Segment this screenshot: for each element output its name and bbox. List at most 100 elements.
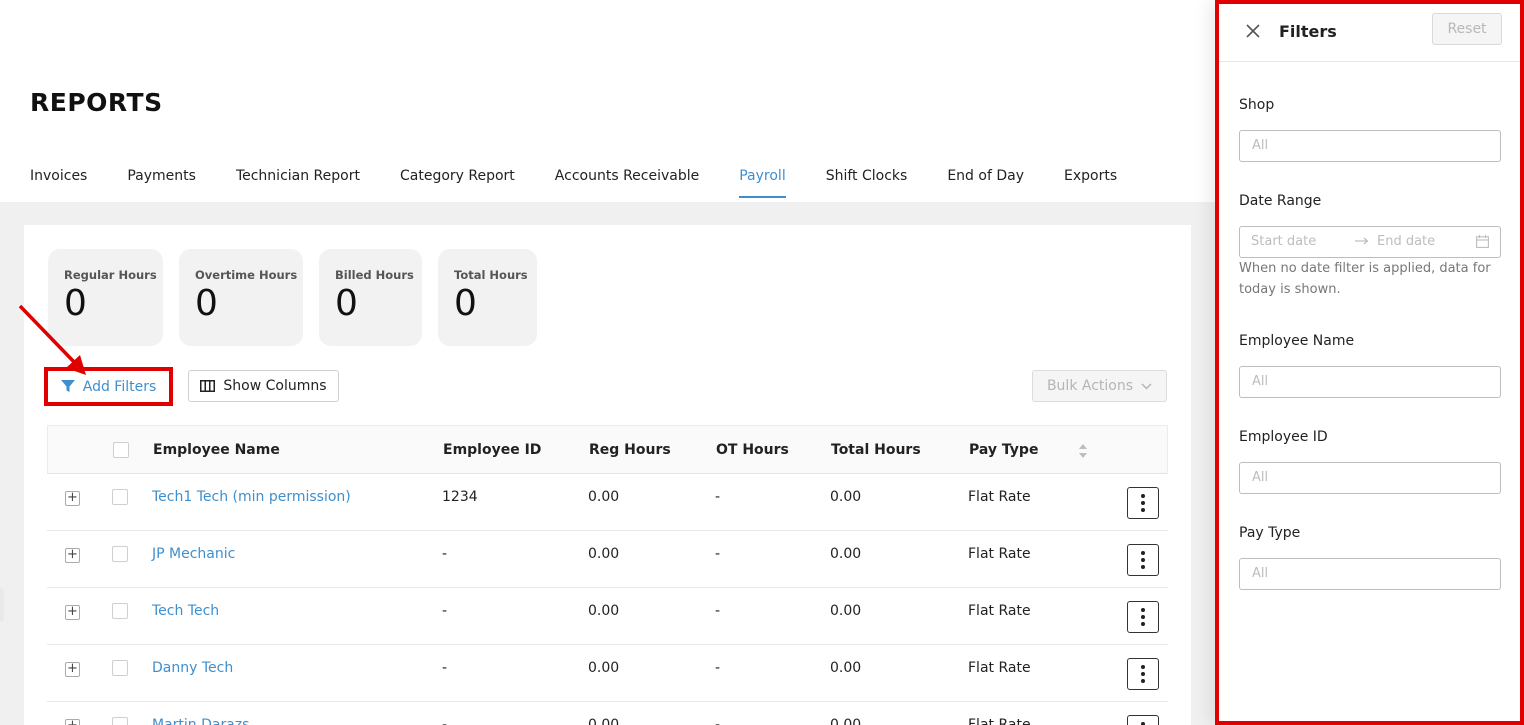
chevron-down-icon (1141, 382, 1152, 390)
tab-invoices[interactable]: Invoices (30, 168, 87, 198)
shop-label: Shop (1239, 97, 1275, 113)
table-row: + Danny Tech - 0.00 - 0.00 Flat Rate (47, 645, 1168, 702)
pay-type-cell: Flat Rate (968, 546, 1031, 562)
col-total-hours[interactable]: Total Hours (831, 442, 921, 458)
col-pay-type[interactable]: Pay Type (969, 442, 1038, 458)
row-actions-menu-icon[interactable] (1127, 715, 1159, 725)
payroll-table: Employee Name Employee ID Reg Hours OT H… (47, 425, 1168, 725)
tab-category-report[interactable]: Category Report (400, 168, 515, 198)
show-columns-label: Show Columns (223, 378, 327, 394)
row-checkbox[interactable] (112, 489, 128, 505)
row-actions-menu-icon[interactable] (1127, 658, 1159, 690)
shop-select[interactable]: All (1239, 130, 1501, 162)
total-hours-cell: 0.00 (830, 489, 862, 505)
employee-name-link[interactable]: JP Mechanic (152, 546, 235, 562)
start-date-input[interactable]: Start date (1251, 234, 1316, 249)
tab-technician-report[interactable]: Technician Report (236, 168, 360, 198)
table-row: + JP Mechanic - 0.00 - 0.00 Flat Rate (47, 531, 1168, 588)
pay-type-cell: Flat Rate (968, 660, 1031, 676)
stat-label: Overtime Hours (195, 268, 298, 282)
close-icon[interactable] (1245, 23, 1261, 39)
row-actions-menu-icon[interactable] (1127, 544, 1159, 576)
row-checkbox[interactable] (112, 546, 128, 562)
employee-name-link[interactable]: Tech Tech (152, 603, 219, 619)
stat-value: 0 (454, 283, 477, 324)
bulk-actions-label: Bulk Actions (1046, 378, 1134, 394)
tab-exports[interactable]: Exports (1064, 168, 1117, 198)
pay-type-cell: Flat Rate (968, 603, 1031, 619)
expand-row-icon[interactable]: + (65, 491, 80, 506)
row-checkbox[interactable] (112, 660, 128, 676)
employee-id-cell: - (442, 660, 448, 676)
tab-accounts-receivable[interactable]: Accounts Receivable (555, 168, 699, 198)
employee-id-cell: - (442, 603, 448, 619)
expand-row-icon[interactable]: + (65, 662, 80, 677)
stat-label: Regular Hours (64, 268, 157, 282)
show-columns-button[interactable]: Show Columns (188, 370, 339, 402)
tab-payroll[interactable]: Payroll (739, 168, 786, 198)
employee-id-cell: - (442, 717, 448, 725)
pay-type-select[interactable]: All (1239, 558, 1501, 590)
employee-id-label: Employee ID (1239, 429, 1328, 445)
page-header: REPORTS Invoices Payments Technician Rep… (0, 0, 1215, 202)
pay-type-cell: Flat Rate (968, 489, 1031, 505)
col-employee-name[interactable]: Employee Name (153, 442, 280, 458)
end-date-input[interactable]: End date (1377, 234, 1435, 249)
col-reg-hours[interactable]: Reg Hours (589, 442, 671, 458)
stat-label: Total Hours (454, 268, 528, 282)
stat-label: Billed Hours (335, 268, 414, 282)
bulk-actions-button[interactable]: Bulk Actions (1032, 370, 1167, 402)
employee-id-select[interactable]: All (1239, 462, 1501, 494)
total-hours-cell: 0.00 (830, 717, 862, 725)
table-header: Employee Name Employee ID Reg Hours OT H… (47, 425, 1168, 474)
drawer-header: Filters Reset (1219, 4, 1520, 62)
tab-end-of-day[interactable]: End of Day (947, 168, 1024, 198)
ot-hours-cell: - (715, 603, 721, 619)
tab-payments[interactable]: Payments (127, 168, 196, 198)
col-employee-id[interactable]: Employee ID (443, 442, 541, 458)
expand-row-icon[interactable]: + (65, 548, 80, 563)
table-row: + Martin Darazs - 0.00 - 0.00 Flat Rate (47, 702, 1168, 725)
employee-name-select[interactable]: All (1239, 366, 1501, 398)
total-hours-cell: 0.00 (830, 603, 862, 619)
reg-hours-cell: 0.00 (588, 660, 620, 676)
employee-name-link[interactable]: Danny Tech (152, 660, 233, 676)
row-checkbox[interactable] (112, 603, 128, 619)
annotation-arrow (18, 304, 86, 375)
reg-hours-cell: 0.00 (588, 717, 620, 725)
calendar-icon (1476, 235, 1489, 252)
tab-shift-clocks[interactable]: Shift Clocks (826, 168, 908, 198)
expand-row-icon[interactable]: + (65, 605, 80, 620)
employee-name-label: Employee Name (1239, 333, 1355, 349)
stat-billed-hours: Billed Hours 0 (319, 249, 422, 346)
total-hours-cell: 0.00 (830, 546, 862, 562)
stat-value: 0 (195, 283, 218, 324)
row-actions-menu-icon[interactable] (1127, 601, 1159, 633)
row-actions-menu-icon[interactable] (1127, 487, 1159, 519)
stat-value: 0 (335, 283, 358, 324)
filters-drawer: Filters Reset Shop All Date Range Start … (1215, 0, 1524, 725)
reg-hours-cell: 0.00 (588, 546, 620, 562)
pay-type-label: Pay Type (1239, 525, 1301, 541)
col-ot-hours[interactable]: OT Hours (716, 442, 789, 458)
reg-hours-cell: 0.00 (588, 489, 620, 505)
select-all-checkbox[interactable] (113, 442, 129, 458)
row-checkbox[interactable] (112, 717, 128, 725)
date-range-picker[interactable]: Start date End date (1239, 226, 1501, 258)
edge-handle (0, 588, 4, 622)
ot-hours-cell: - (715, 489, 721, 505)
employee-name-link[interactable]: Tech1 Tech (min permission) (152, 489, 351, 505)
stat-total-hours: Total Hours 0 (438, 249, 537, 346)
reset-button[interactable]: Reset (1432, 13, 1502, 45)
ot-hours-cell: - (715, 546, 721, 562)
employee-name-link[interactable]: Martin Darazs (152, 717, 249, 725)
total-hours-cell: 0.00 (830, 660, 862, 676)
employee-id-cell: 1234 (442, 489, 478, 505)
date-range-label: Date Range (1239, 193, 1322, 209)
add-filters-label: Add Filters (82, 378, 157, 395)
sort-icon[interactable] (1078, 443, 1088, 459)
expand-row-icon[interactable]: + (65, 719, 80, 725)
ot-hours-cell: - (715, 660, 721, 676)
pay-type-cell: Flat Rate (968, 717, 1031, 725)
filter-icon (60, 380, 75, 393)
